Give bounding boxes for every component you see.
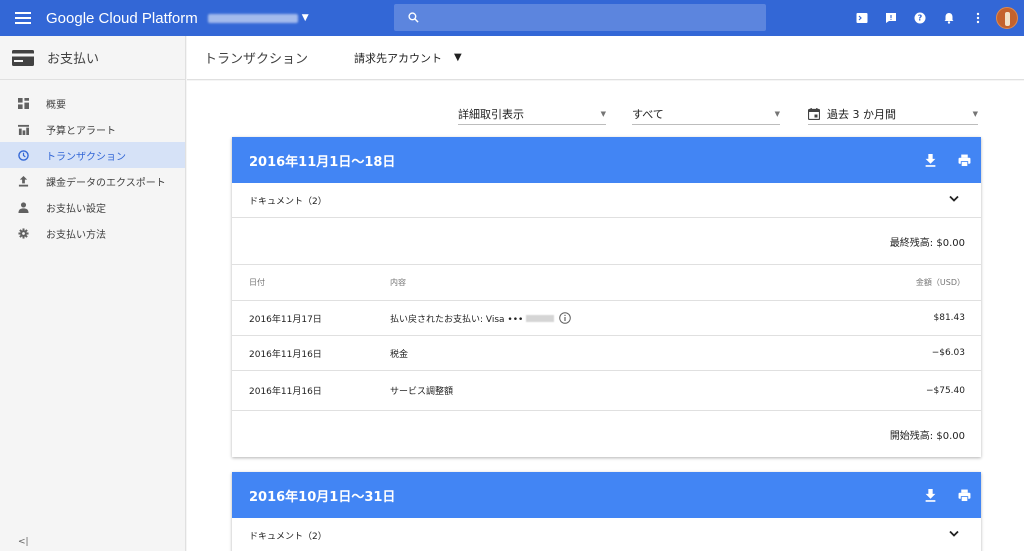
row-amount: −$75.40 (925, 385, 965, 396)
credit-card-icon (12, 49, 34, 66)
statement-period: 2016年10月1日〜31日 (249, 489, 396, 505)
statement-card: 2016年11月1日〜18日 ドキュメント（2） 最終残高: $0.00 日付 … (232, 137, 981, 457)
type-filter-value: すべて (632, 107, 664, 121)
info-icon[interactable] (559, 312, 572, 324)
sidebar-item-label: 概要 (46, 99, 66, 111)
row-description: サービス調整額 (390, 387, 454, 397)
column-header-date: 日付 (249, 278, 265, 287)
cloud-shell-icon[interactable] (847, 0, 876, 36)
sidebar-item-label: 課金データのエクスポート (46, 177, 166, 189)
search-icon (408, 12, 419, 23)
svg-text:?: ? (917, 14, 922, 23)
budget-icon (17, 123, 29, 135)
row-description: 払い戻されたお支払い: Visa ••• (390, 312, 572, 325)
sidebar-item-billing-export[interactable]: 課金データのエクスポート (0, 168, 185, 194)
search-input[interactable] (427, 10, 747, 25)
print-icon[interactable] (947, 137, 981, 183)
brand-title[interactable]: Google Cloud Platform (46, 10, 198, 27)
feedback-icon[interactable] (876, 0, 905, 36)
detail-filter-value: 詳細取引表示 (458, 107, 524, 121)
table-row: 2016年11月16日 税金 −$6.03 (232, 336, 981, 371)
notifications-icon[interactable] (934, 0, 963, 36)
documents-label: ドキュメント（2） (249, 196, 327, 207)
statement-header: 2016年10月1日〜31日 (232, 472, 981, 518)
detail-filter-dropdown[interactable]: 詳細取引表示 ▼ (458, 103, 606, 125)
export-icon (17, 175, 29, 187)
table-row: 2016年11月17日 払い戻されたお支払い: Visa ••• $81.43 (232, 301, 981, 336)
gear-icon (17, 227, 29, 239)
opening-balance-row: 開始残高: $0.00 (232, 411, 981, 457)
type-filter-dropdown[interactable]: すべて ▼ (632, 103, 780, 125)
sidebar-item-payment-settings[interactable]: お支払い設定 (0, 194, 185, 220)
sidebar-item-transactions[interactable]: トランザクション (0, 142, 185, 168)
sidebar-item-label: お支払い方法 (46, 229, 106, 241)
collapse-sidebar-button[interactable]: <| (18, 537, 29, 547)
download-icon[interactable] (913, 137, 947, 183)
billing-account-label: 請求先アカウント (354, 51, 443, 65)
dropdown-arrow-icon: ▼ (600, 109, 606, 118)
table-row: 2016年11月16日 サービス調整額 −$75.40 (232, 371, 981, 411)
opening-balance: 開始残高: $0.00 (889, 430, 965, 442)
sidebar-item-label: トランザクション (46, 151, 126, 163)
sidebar-item-budgets[interactable]: 予算とアラート (0, 116, 185, 142)
chevron-down-icon (949, 530, 959, 537)
print-icon[interactable] (947, 472, 981, 518)
clock-icon (17, 149, 29, 161)
transactions-table-header: 日付 内容 金額（USD） (232, 265, 981, 301)
dropdown-arrow-icon: ▼ (774, 109, 780, 118)
sidebar-item-label: お支払い設定 (46, 203, 106, 215)
row-amount: $81.43 (933, 313, 966, 323)
page-header: トランザクション 請求先アカウント ▼ (187, 36, 1024, 80)
period-filter-dropdown[interactable]: 過去 3 か月間 ▼ (808, 103, 978, 125)
menu-icon[interactable] (0, 0, 46, 36)
more-vert-icon[interactable] (963, 0, 992, 36)
sidebar-item-label: 予算とアラート (46, 125, 116, 137)
dropdown-arrow-icon: ▼ (972, 109, 978, 118)
page-title: トランザクション (204, 52, 309, 67)
statement-period: 2016年11月1日〜18日 (249, 154, 396, 170)
main-content: 詳細取引表示 ▼ すべて ▼ 過去 3 か月間 ▼ 2016年11月1日〜18日… (187, 81, 1024, 551)
statement-header: 2016年11月1日〜18日 (232, 137, 981, 183)
statement-card: 2016年10月1日〜31日 ドキュメント（2） (232, 472, 981, 551)
sidebar: お支払い 概要 予算とアラート トランザクション 課金データのエクスポート お支… (0, 36, 186, 551)
row-amount: −$6.03 (931, 348, 965, 358)
row-date: 2016年11月17日 (249, 314, 322, 325)
sidebar-header: お支払い (0, 36, 185, 80)
column-header-amount: 金額（USD） (915, 278, 965, 287)
closing-balance-row: 最終残高: $0.00 (232, 218, 981, 265)
masked-card-number (526, 314, 555, 322)
project-selector[interactable]: ▼ (207, 13, 309, 23)
top-app-bar: Google Cloud Platform ▼ ? (0, 0, 1024, 36)
calendar-icon (808, 107, 820, 120)
row-date: 2016年11月16日 (249, 387, 322, 397)
documents-row[interactable]: ドキュメント（2） (232, 183, 981, 218)
person-icon (17, 201, 29, 213)
caret-down-icon: ▼ (301, 13, 309, 23)
project-name-masked (207, 13, 298, 23)
caret-down-icon: ▼ (454, 52, 462, 63)
help-icon[interactable]: ? (905, 0, 934, 36)
period-filter-value: 過去 3 か月間 (827, 107, 896, 121)
avatar[interactable] (996, 7, 1018, 29)
sidebar-item-overview[interactable]: 概要 (0, 90, 185, 116)
documents-row[interactable]: ドキュメント（2） (232, 518, 981, 551)
row-description-text: 払い戻されたお支払い: Visa ••• (390, 314, 524, 325)
column-header-description: 内容 (390, 278, 406, 287)
search-bar[interactable] (394, 4, 766, 31)
sidebar-title: お支払い (47, 52, 100, 67)
sidebar-item-payment-methods[interactable]: お支払い方法 (0, 220, 185, 246)
dashboard-icon (17, 97, 29, 109)
billing-account-selector[interactable]: 請求先アカウント ▼ (354, 50, 462, 66)
sidebar-nav: 概要 予算とアラート トランザクション 課金データのエクスポート お支払い設定 … (0, 80, 185, 246)
closing-balance: 最終残高: $0.00 (889, 237, 965, 249)
row-description: 税金 (390, 349, 409, 360)
documents-label: ドキュメント（2） (249, 531, 327, 542)
download-icon[interactable] (913, 472, 947, 518)
row-date: 2016年11月16日 (249, 349, 322, 360)
chevron-down-icon (949, 195, 959, 202)
